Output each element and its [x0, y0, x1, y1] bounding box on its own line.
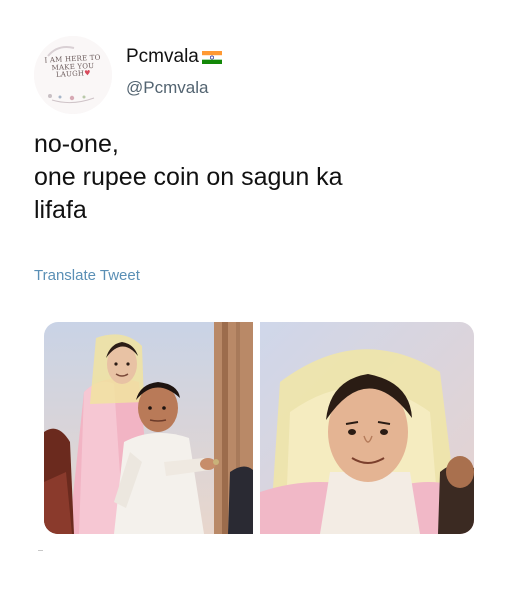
display-name-text[interactable]: Pcmvala: [126, 46, 199, 68]
divider: [38, 550, 43, 551]
avatar-text-word: LAUGH: [55, 69, 85, 79]
tweet-text-line: one rupee coin on sagun ka: [34, 163, 343, 191]
tweet-text-line: no-one,: [34, 130, 119, 158]
tweet: I AM HERE TO MAKE YOU LAUGH♥ Pcmvala @Pc…: [0, 0, 520, 600]
tweet-media[interactable]: [44, 322, 474, 534]
tweet-text-line: lifafa: [34, 196, 87, 224]
handle[interactable]: @Pcmvala: [126, 78, 208, 98]
avatar[interactable]: I AM HERE TO MAKE YOU LAUGH♥: [34, 36, 112, 114]
display-name[interactable]: Pcmvala: [126, 46, 222, 68]
meme-man-with-coin-image[interactable]: [44, 322, 253, 534]
heart-icon: ♥: [84, 69, 91, 78]
translate-tweet-link[interactable]: Translate Tweet: [34, 267, 140, 284]
avatar-text: I AM HERE TO MAKE YOU LAUGH♥: [39, 54, 106, 80]
tweet-text: no-one, one rupee coin on sagun ka lifaf…: [34, 128, 484, 227]
india-flag-icon: [201, 50, 222, 64]
tweet-header: I AM HERE TO MAKE YOU LAUGH♥ Pcmvala @Pc…: [34, 36, 494, 116]
meme-face-closeup-image[interactable]: [260, 322, 474, 534]
